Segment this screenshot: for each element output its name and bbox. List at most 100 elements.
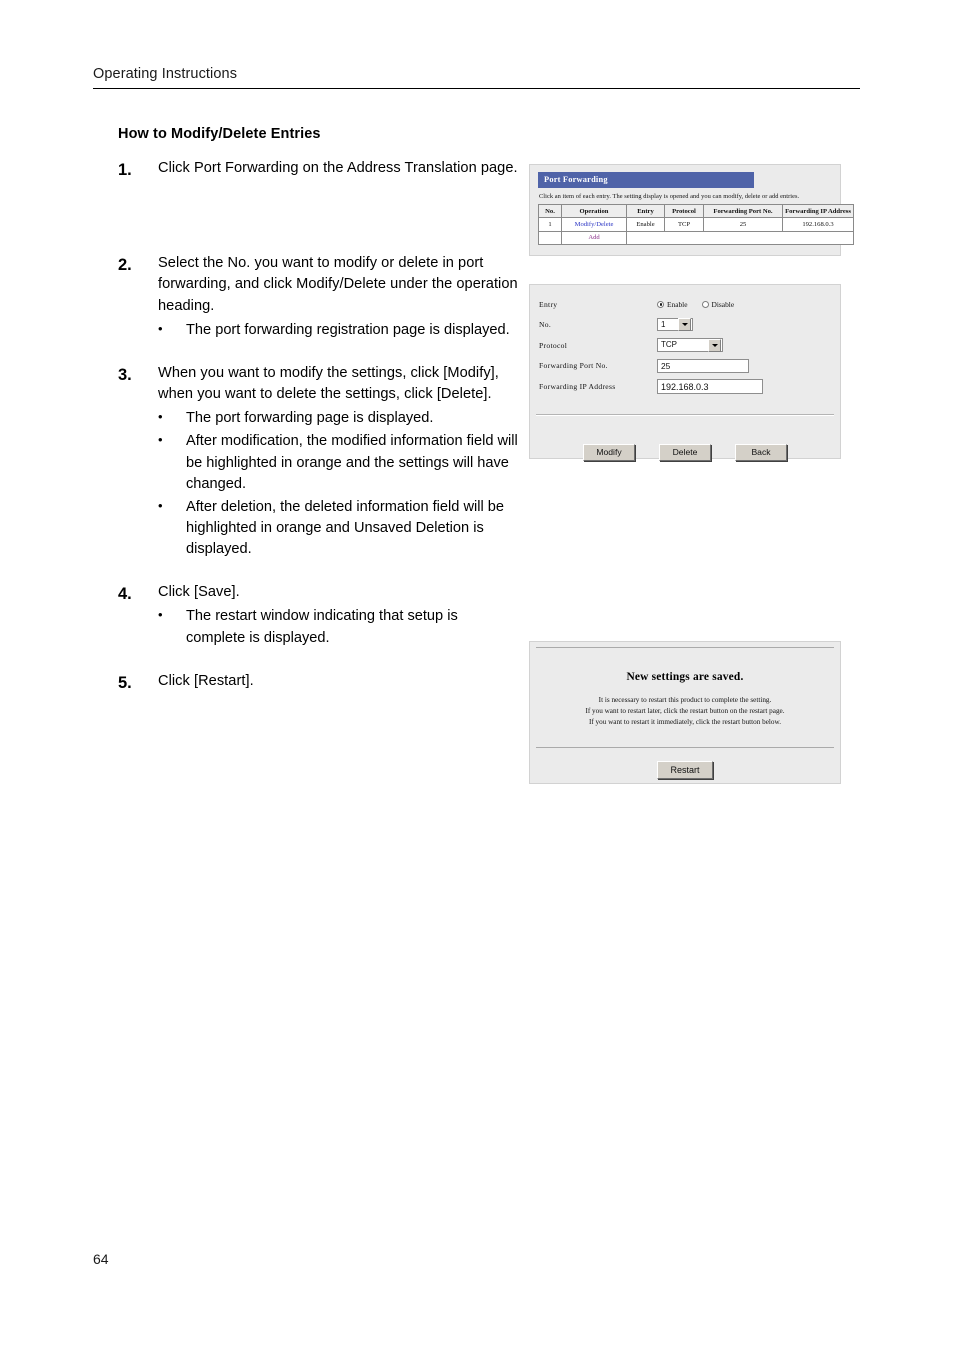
- label-entry: Entry: [539, 299, 558, 309]
- column-header-entry: Entry: [626, 203, 665, 219]
- column-header-forwarding-port: Forwarding Port No.: [703, 203, 783, 219]
- saved-bottom-divider: [536, 747, 834, 749]
- saved-title: New settings are saved.: [626, 671, 744, 683]
- label-no: No.: [539, 320, 552, 330]
- instructions-column: How to Modify/Delete Entries 1. Click Po…: [118, 126, 518, 694]
- port-forwarding-titlebar: Port Forwarding: [538, 172, 754, 188]
- bullet-text: After deletion, the deleted information …: [186, 498, 505, 558]
- restart-button[interactable]: Restart: [657, 761, 713, 780]
- delete-button[interactable]: Delete: [659, 443, 711, 461]
- no-dropdown-value: 1: [661, 319, 666, 329]
- cell-protocol: TCP: [664, 217, 704, 232]
- port-forwarding-table: No. Operation Entry Protocol Forwarding …: [538, 203, 854, 245]
- page-running-header: Operating Instructions: [93, 66, 860, 89]
- protocol-dropdown-value: TCP: [661, 340, 677, 350]
- bullet-text: After modification, the modified informa…: [186, 433, 518, 492]
- step-1: 1. Click Port Forwarding on the Address …: [118, 158, 518, 181]
- step-5-number: 5.: [118, 673, 132, 692]
- list-item: • The restart window indicating that set…: [158, 606, 518, 648]
- cell-add[interactable]: Add: [561, 230, 627, 245]
- form-divider: [536, 413, 834, 416]
- no-dropdown[interactable]: 1: [657, 318, 693, 332]
- cell-forwarding-port: 25: [703, 217, 783, 232]
- form-row-port: Forwarding Port No. 25: [539, 356, 840, 377]
- step-2-number: 2.: [118, 256, 132, 275]
- form-row-ip: Forwarding IP Address 192.168.0.3: [539, 376, 840, 397]
- step-3-number: 3.: [118, 365, 132, 384]
- header-divider-rule: [93, 88, 860, 89]
- table-row: 1 Modify/Delete Enable TCP 25 192.168.0.…: [538, 217, 854, 232]
- saved-top-divider: [536, 647, 834, 648]
- step-4-text: Click [Save].: [158, 584, 240, 601]
- radio-enable-label: Enable: [667, 299, 688, 309]
- radio-enable-icon[interactable]: [657, 300, 664, 308]
- step-4: 4. Click [Save]. • The restart window in…: [118, 582, 518, 648]
- forwarding-ip-input[interactable]: 192.168.0.3: [657, 378, 763, 394]
- column-header-forwarding-ip: Forwarding IP Address: [782, 203, 854, 219]
- list-item: • The port forwarding page is displayed.: [158, 408, 518, 429]
- chevron-down-icon[interactable]: [708, 338, 721, 352]
- forwarding-port-input[interactable]: 25: [657, 359, 749, 373]
- cell-no-empty: [538, 230, 562, 245]
- step-4-number: 4.: [118, 585, 132, 604]
- form-row-protocol: Protocol TCP: [539, 335, 840, 356]
- step-3: 3. When you want to modify the settings,…: [118, 363, 518, 560]
- step-5-text: Click [Restart].: [158, 672, 254, 689]
- step-1-number: 1.: [118, 161, 132, 179]
- back-button[interactable]: Back: [735, 443, 787, 461]
- list-item: • After modification, the modified infor…: [158, 431, 518, 494]
- add-link[interactable]: Add: [588, 234, 599, 241]
- step-5: 5. Click [Restart].: [118, 671, 518, 694]
- column-header-operation: Operation: [561, 203, 627, 219]
- bullet-text: The restart window indicating that setup…: [186, 608, 458, 646]
- chevron-down-icon[interactable]: [678, 318, 691, 332]
- port-forwarding-description: Click an item of each entry. The setting…: [539, 193, 800, 200]
- running-head-text: Operating Instructions: [93, 66, 238, 82]
- section-heading: How to Modify/Delete Entries: [118, 126, 321, 142]
- label-protocol: Protocol: [539, 340, 568, 350]
- table-add-row: Add: [538, 230, 854, 245]
- saved-body-line-2: If you want to restart later, click the …: [585, 707, 785, 716]
- radio-disable[interactable]: Disable: [701, 299, 735, 309]
- cell-blank: [626, 230, 854, 245]
- radio-disable-label: Disable: [711, 299, 735, 309]
- bullet-icon: •: [158, 497, 163, 513]
- bullet-text: The port forwarding registration page is…: [186, 321, 510, 338]
- cell-forwarding-ip: 192.168.0.3: [782, 217, 854, 232]
- cell-no: 1: [538, 217, 562, 232]
- figure-settings-saved: New settings are saved. It is necessary …: [529, 641, 841, 784]
- form-row-no: No. 1: [539, 315, 840, 336]
- figure-port-forwarding-entry-form: Entry Enable Disable No. 1 Protocol TCP …: [529, 284, 841, 461]
- saved-body-line-1: It is necessary to restart this product …: [598, 696, 772, 704]
- cell-entry: Enable: [626, 217, 665, 232]
- modify-delete-link[interactable]: Modify/Delete: [575, 221, 614, 228]
- column-header-no: No.: [538, 203, 562, 219]
- saved-body: It is necessary to restart this product …: [530, 695, 840, 728]
- step-2-bullets: • The port forwarding registration page …: [158, 320, 518, 341]
- radio-enable[interactable]: Enable: [657, 300, 688, 309]
- protocol-dropdown[interactable]: TCP: [657, 338, 723, 353]
- step-3-text: When you want to modify the settings, cl…: [158, 364, 499, 403]
- figure-port-forwarding-list: Port Forwarding Click an item of each en…: [529, 164, 854, 256]
- bullet-icon: •: [158, 607, 163, 623]
- label-forwarding-port: Forwarding Port No.: [539, 361, 608, 371]
- column-header-protocol: Protocol: [664, 203, 704, 219]
- bullet-icon: •: [158, 432, 163, 448]
- label-forwarding-ip: Forwarding IP Address: [539, 381, 616, 391]
- saved-body-line-3: If you want to restart it immediately, c…: [588, 718, 782, 727]
- step-2: 2. Select the No. you want to modify or …: [118, 253, 518, 341]
- cell-operation[interactable]: Modify/Delete: [561, 217, 627, 232]
- entry-radio-group[interactable]: Enable Disable: [657, 300, 734, 309]
- step-2-text: Select the No. you want to modify or del…: [158, 255, 518, 314]
- radio-disable-icon[interactable]: [701, 300, 709, 308]
- step-3-bullets: • The port forwarding page is displayed.…: [158, 408, 518, 560]
- bullet-icon: •: [158, 320, 163, 336]
- restart-button-bar: Restart: [530, 761, 840, 780]
- modify-button[interactable]: Modify: [583, 443, 635, 461]
- list-item: • The port forwarding registration page …: [158, 320, 518, 341]
- step-4-bullets: • The restart window indicating that set…: [158, 606, 518, 648]
- form-button-bar: Modify Delete Back: [530, 443, 840, 461]
- table-header-row: No. Operation Entry Protocol Forwarding …: [538, 203, 854, 219]
- bullet-icon: •: [158, 409, 163, 425]
- list-item: • After deletion, the deleted informatio…: [158, 497, 518, 560]
